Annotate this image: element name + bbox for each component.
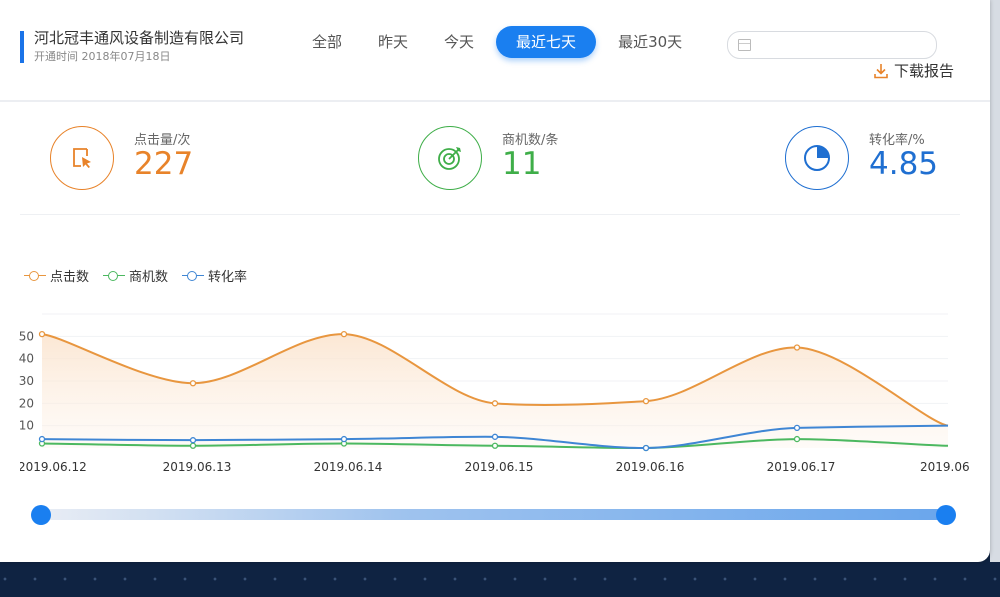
data-point [793, 424, 801, 432]
data-point [793, 344, 801, 351]
data-point [491, 400, 499, 407]
x-tick-label: 2019.06.12 [18, 460, 87, 474]
stat-leads-value: 11 [502, 146, 542, 182]
chart-legend: 点击数 商机数 转化率 [24, 266, 247, 285]
data-point [491, 433, 499, 440]
data-point [642, 397, 650, 405]
data-point [642, 444, 650, 452]
company-accent-bar [20, 31, 24, 63]
legend-item-conversion[interactable]: 转化率 [182, 266, 247, 285]
header: 河北冠丰通风设备制造有限公司 开通时间 2018年07月18日 全部 昨天 今天… [0, 0, 990, 102]
tab-today[interactable]: 今天 [430, 26, 488, 58]
x-tick-label: 2019.06.17 [767, 460, 836, 474]
report-panel: 河北冠丰通风设备制造有限公司 开通时间 2018年07月18日 全部 昨天 今天… [0, 0, 990, 562]
data-point [189, 437, 197, 444]
section-divider [20, 214, 960, 215]
date-range-input[interactable] [727, 31, 937, 59]
x-tick-label: 2019.06.13 [163, 460, 232, 474]
tab-last-30-days[interactable]: 最近30天 [604, 26, 696, 58]
date-range-tabs: 全部 昨天 今天 最近七天 最近30天 [298, 26, 696, 58]
x-tick-label: 2019.06.14 [314, 460, 383, 474]
legend-item-clicks[interactable]: 点击数 [24, 266, 89, 285]
legend-marker-leads [103, 270, 126, 281]
trend-chart: 10 20 30 40 50 2019.06.12 2019.06.13 2019.06.14… [18, 313, 970, 474]
range-slider-track[interactable] [40, 509, 946, 520]
download-report-button[interactable]: 下载报告 [872, 60, 954, 81]
x-tick-label: 2019.06.15 [465, 460, 534, 474]
tab-all[interactable]: 全部 [298, 26, 356, 58]
range-slider-end-handle[interactable] [936, 505, 956, 525]
legend-label-conversion: 转化率 [208, 270, 248, 285]
data-point [189, 380, 197, 387]
data-point [491, 442, 499, 449]
pie-icon [785, 126, 849, 190]
y-tick-label: 20 [19, 396, 34, 410]
legend-label-leads: 商机数 [129, 270, 169, 285]
data-point [189, 442, 197, 449]
y-tick-label: 50 [19, 329, 34, 343]
y-tick-label: 30 [19, 374, 34, 388]
y-tick-label: 10 [19, 419, 34, 433]
click-icon [50, 126, 114, 190]
data-point [340, 435, 348, 443]
data-point [793, 435, 801, 443]
tab-yesterday[interactable]: 昨天 [364, 26, 422, 58]
x-tick-label: 2019.06 [920, 460, 970, 474]
data-point [38, 330, 46, 338]
range-slider-start-handle[interactable] [31, 505, 51, 525]
target-icon [418, 126, 482, 190]
calendar-icon [738, 39, 751, 51]
data-point [340, 330, 348, 338]
open-date: 开通时间 2018年07月18日 [34, 50, 171, 63]
download-icon [874, 63, 888, 78]
y-tick-label: 40 [19, 352, 34, 366]
x-tick-label: 2019.06.16 [616, 460, 685, 474]
tab-last-7-days[interactable]: 最近七天 [496, 26, 597, 58]
scroll-edge [990, 0, 1000, 562]
legend-marker-conversion [182, 270, 205, 281]
legend-item-leads[interactable]: 商机数 [103, 266, 168, 285]
legend-marker-clicks [24, 270, 46, 281]
download-label: 下载报告 [894, 62, 955, 80]
series-area-0 [42, 334, 948, 448]
legend-label-clicks: 点击数 [50, 270, 90, 285]
stat-conversion-value: 4.85 [869, 146, 939, 182]
company-name: 河北冠丰通风设备制造有限公司 [34, 29, 245, 47]
stat-clicks-value: 227 [134, 146, 194, 182]
data-point [38, 435, 46, 443]
background-dots [0, 562, 1000, 597]
